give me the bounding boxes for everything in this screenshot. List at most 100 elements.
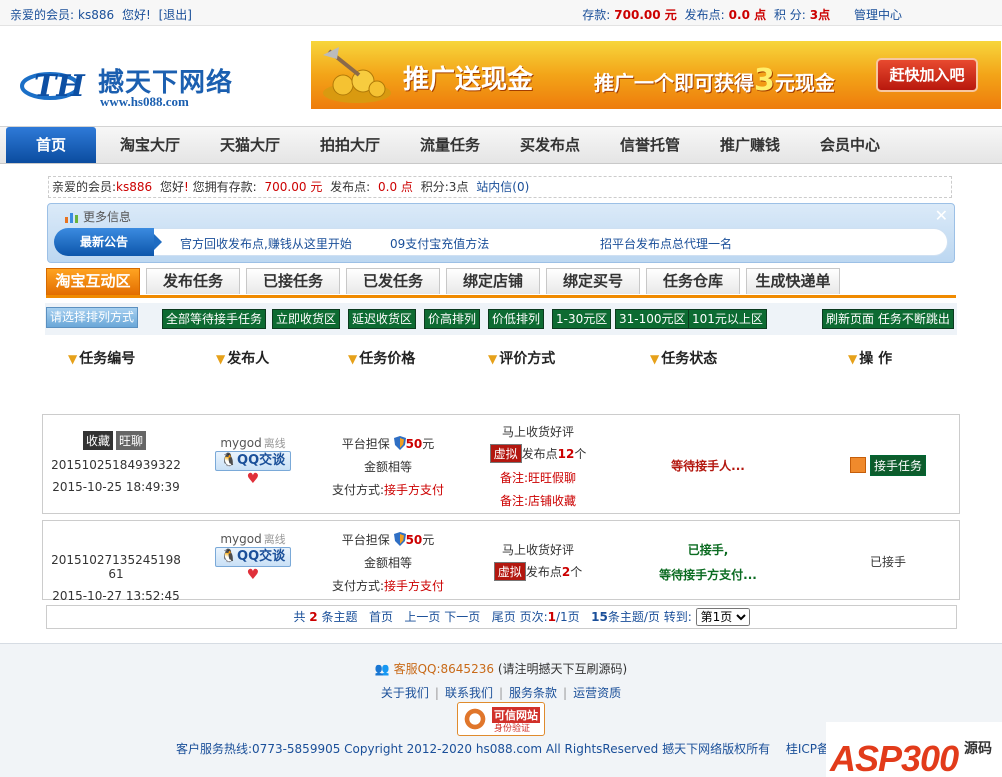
- qq-label: QQ交谈: [237, 549, 286, 564]
- refresh-button[interactable]: 刷新页面 任务不断跳出: [822, 309, 954, 329]
- pay-method: 接手方支付: [384, 483, 445, 497]
- member-info-bar: 亲爱的会员:ks886 您好! 您拥有存款: 700.00 元 发布点: 0.0…: [48, 176, 952, 198]
- sort-arrow-icon: ▼: [216, 352, 226, 366]
- inbox-link[interactable]: 站内信(0): [476, 180, 529, 194]
- nav-item-paipai[interactable]: 拍拍大厅: [300, 127, 400, 163]
- tab-bind-buyer[interactable]: 绑定买号: [546, 268, 640, 294]
- filter-price-low[interactable]: 价低排列: [488, 309, 545, 329]
- online-status: 离线: [263, 533, 286, 546]
- tab-generate-waybill[interactable]: 生成快递单: [746, 268, 840, 294]
- manage-center-link[interactable]: 管理中心: [854, 8, 902, 22]
- pager-total-prefix: 共: [293, 610, 306, 624]
- username-link[interactable]: ks886: [78, 8, 114, 22]
- tab-publish-task[interactable]: 发布任务: [146, 268, 240, 294]
- nav-item-buy-points[interactable]: 买发布点: [500, 127, 600, 163]
- col-action[interactable]: ▼ 操 作: [848, 348, 892, 368]
- nav-item-tmall[interactable]: 天猫大厅: [200, 127, 300, 163]
- logout-link[interactable]: [退出]: [159, 8, 192, 22]
- close-icon[interactable]: ✕: [935, 206, 948, 225]
- info-username: ks886: [116, 180, 153, 194]
- guarantee-label: 平台担保: [341, 533, 390, 547]
- qq-label: QQ交谈: [237, 453, 286, 468]
- accepted-label: 已接手: [869, 555, 906, 569]
- penguin-icon: 🐧: [220, 453, 238, 468]
- join-now-button[interactable]: 赶快加入吧: [876, 58, 978, 92]
- badge-subtitle: 身份验证: [494, 724, 531, 734]
- qq-service-label: 客服QQ:: [393, 662, 441, 676]
- price-cell: 平台担保 50元 金额相等 支付方式:接手方支付: [313, 531, 463, 594]
- terms-link[interactable]: 服务条款: [509, 686, 557, 700]
- filter-delayed-receipt[interactable]: 延迟收货区: [348, 309, 417, 329]
- filter-1-30[interactable]: 1-30元区: [552, 309, 612, 329]
- nav-item-traffic[interactable]: 流量任务: [400, 127, 500, 163]
- goto-label: 转到:: [663, 610, 692, 624]
- col-review[interactable]: ▼ 评价方式: [488, 348, 555, 368]
- nav-item-home[interactable]: 首页: [6, 127, 96, 163]
- news-item[interactable]: 官方回收发布点,赚钱从这里开始: [180, 235, 352, 252]
- first-page-link[interactable]: 首页: [369, 610, 393, 624]
- filter-31-100[interactable]: 31-100元区: [615, 309, 690, 329]
- nav-item-member-center[interactable]: 会员中心: [800, 127, 900, 163]
- qq-chat-button[interactable]: 🐧QQ交谈: [215, 547, 291, 567]
- col-task-id[interactable]: ▼ 任务编号: [68, 348, 135, 368]
- balance-value: 700.00 元: [614, 8, 677, 22]
- announcement-panel: 更多信息 ✕ 最新公告 官方回收发布点,赚钱从这里开始 09支付宝充值方法 招平…: [47, 203, 955, 263]
- site-logo[interactable]: TH 撼天下网络 www.hs088.com: [20, 60, 250, 112]
- col-price[interactable]: ▼ 任务价格: [348, 348, 415, 368]
- info-prefix: 亲爱的会员:: [52, 180, 117, 194]
- about-us-link[interactable]: 关于我们: [381, 686, 429, 700]
- logo-mark-icon: TH: [20, 69, 86, 104]
- tab-accepted-tasks[interactable]: 已接任务: [246, 268, 340, 294]
- points-label: 发布点: [521, 447, 558, 461]
- next-page-link[interactable]: 下一页: [444, 610, 480, 624]
- filter-instant-receipt[interactable]: 立即收货区: [272, 309, 341, 329]
- points-unit: 个: [574, 447, 587, 461]
- info-deposit-label: 您拥有存款:: [192, 180, 257, 194]
- col-status[interactable]: ▼ 任务状态: [650, 348, 717, 368]
- col-publisher[interactable]: ▼ 发布人: [216, 348, 269, 368]
- license-link[interactable]: 运营资质: [573, 686, 621, 700]
- last-page-link[interactable]: 尾页: [492, 610, 516, 624]
- pager-total: 2: [309, 610, 318, 624]
- contact-us-link[interactable]: 联系我们: [445, 686, 493, 700]
- publisher-name[interactable]: mygod: [220, 532, 261, 546]
- member-greeting: 亲爱的会员: ks886 您好! [退出]: [10, 6, 196, 23]
- nav-item-taobao[interactable]: 淘宝大厅: [100, 127, 200, 163]
- latest-news-label: 最新公告: [54, 228, 162, 256]
- qq-chat-button[interactable]: 🐧QQ交谈: [215, 451, 291, 471]
- filter-all-waiting[interactable]: 全部等待接手任务: [162, 309, 267, 329]
- sort-arrow-icon: ▼: [68, 352, 78, 366]
- nav-item-credit-escrow[interactable]: 信誉托管: [600, 127, 700, 163]
- copyright: 客户服务热线:0773-5859905 Copyright 2012-2020 …: [176, 742, 903, 756]
- news-item[interactable]: 招平台发布点总代理一名: [600, 235, 732, 252]
- page-select[interactable]: 第1页: [695, 608, 750, 626]
- current-page: 1: [547, 610, 556, 624]
- sort-arrow-icon: ▼: [348, 352, 358, 366]
- pagination: 共 2 条主题 首页 上一页 下一页 尾页 页次:1/1页 15条主题/页 转到…: [46, 605, 957, 629]
- per-page-count: 15: [591, 610, 608, 624]
- nav-item-promote[interactable]: 推广赚钱: [700, 127, 800, 163]
- gold-coins-icon: [323, 47, 391, 103]
- greeting-prefix: 亲爱的会员:: [10, 8, 75, 22]
- virtual-tag: 虚拟: [493, 562, 526, 581]
- task-price: 50: [405, 533, 423, 547]
- points-value: 0.0 点: [728, 8, 767, 22]
- filter-101-plus[interactable]: 101元以上区: [688, 309, 767, 329]
- tab-task-warehouse[interactable]: 任务仓库: [646, 268, 740, 294]
- tab-bind-shop[interactable]: 绑定店铺: [446, 268, 540, 294]
- prev-page-link[interactable]: 上一页: [404, 610, 440, 624]
- task-price: 50: [405, 437, 423, 451]
- sort-arrow-icon: ▼: [848, 352, 858, 366]
- tab-published-tasks[interactable]: 已发任务: [346, 268, 440, 294]
- sort-select-button[interactable]: 请选择排列方式: [46, 307, 139, 328]
- per-page-label: 条主题/页: [607, 610, 660, 624]
- filter-price-high[interactable]: 价高排列: [424, 309, 481, 329]
- tab-taobao-interaction[interactable]: 淘宝互动区: [46, 268, 140, 295]
- trusted-site-badge[interactable]: 可信网站 身份验证: [457, 702, 545, 736]
- promo-banner[interactable]: 推广送现金 推广一个即可获得3元现金 赶快加入吧: [311, 41, 1001, 109]
- news-item[interactable]: 09支付宝充值方法: [390, 235, 489, 252]
- more-info[interactable]: 更多信息: [64, 208, 131, 225]
- accept-task-button[interactable]: 接手任务: [869, 455, 926, 476]
- amount-equal: 金额相等: [363, 556, 412, 570]
- publisher-name[interactable]: mygod: [220, 436, 261, 450]
